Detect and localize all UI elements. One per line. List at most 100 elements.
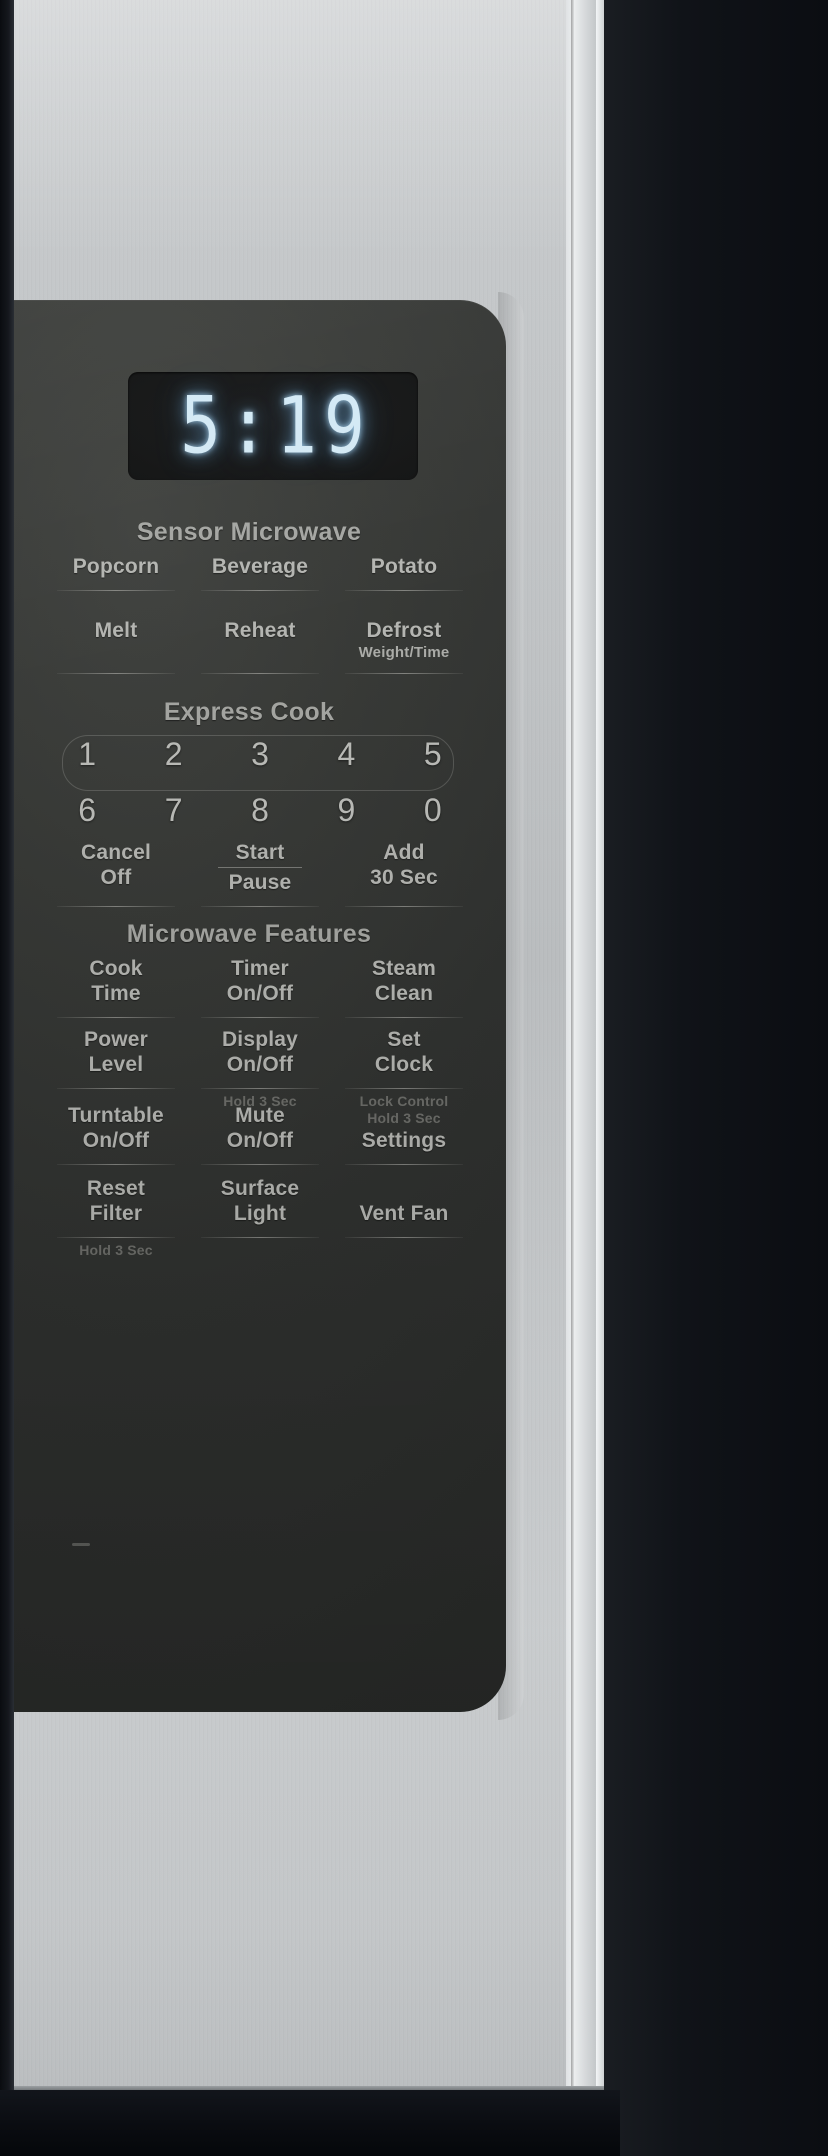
section-title-sensor-microwave: Sensor Microwave [136, 518, 362, 546]
button-underline [200, 906, 320, 907]
button-start-label: Start [235, 841, 285, 864]
button-display-label: Display [221, 1028, 299, 1051]
button-underline [56, 673, 176, 674]
button-timer-sublabel: On/Off [226, 982, 294, 1005]
button-underline [56, 590, 176, 591]
button-underline [344, 1237, 464, 1238]
button-add-30-sec[interactable]: Add 30 Sec [332, 840, 476, 907]
button-underline [344, 590, 464, 591]
button-vent-fan-label: Vent Fan [359, 1202, 449, 1225]
button-underline [56, 1237, 176, 1238]
button-underline [344, 673, 464, 674]
button-pause-label: Pause [228, 871, 292, 894]
control-panel: 5:19 Sensor Microwave Popcorn Beverage P… [14, 300, 506, 1712]
button-underline [200, 673, 320, 674]
key-9[interactable]: 9 [303, 790, 389, 830]
features-row-3: Turntable On/Off Mute On/Off Settings [44, 1103, 476, 1165]
button-set-label: Set [387, 1028, 421, 1051]
sensor-row-1: Popcorn Beverage Potato [44, 554, 476, 591]
reset-filter-indicator-mark [72, 1543, 90, 1546]
button-underline [344, 1164, 464, 1165]
button-off-label: Off [100, 866, 132, 889]
button-steam-label: Steam [371, 957, 437, 980]
button-clock-label: Clock [374, 1053, 434, 1076]
button-potato[interactable]: Potato [332, 554, 476, 591]
key-6[interactable]: 6 [44, 790, 130, 830]
button-add-label: Add [383, 841, 425, 864]
button-turntable-label: Turntable [68, 1104, 164, 1127]
key-2[interactable]: 2 [130, 734, 216, 774]
left-edge-gap [0, 0, 14, 2156]
button-underline [200, 590, 320, 591]
key-4[interactable]: 4 [303, 734, 389, 774]
button-defrost-sublabel: Weight/Time [358, 644, 450, 661]
right-trim-groove [571, 0, 574, 2110]
button-display-on-off[interactable]: Display On/Off Hold 3 Sec [188, 1027, 332, 1109]
button-popcorn[interactable]: Popcorn [44, 554, 188, 591]
button-underline [344, 906, 464, 907]
button-timer-label: Timer [231, 957, 289, 980]
button-filter-label: Filter [89, 1202, 143, 1225]
button-melt-label: Melt [94, 619, 138, 642]
button-30sec-label: 30 Sec [370, 866, 438, 889]
button-reheat[interactable]: Reheat [188, 618, 332, 674]
button-beverage-label: Beverage [211, 555, 309, 578]
button-cancel-off[interactable]: Cancel Off [44, 840, 188, 907]
button-mute-on-off[interactable]: Mute On/Off [188, 1103, 332, 1165]
button-potato-label: Potato [370, 555, 438, 578]
button-mute-label: Mute [235, 1104, 285, 1127]
button-defrost[interactable]: Defrost Weight/Time [332, 618, 476, 674]
button-display-sublabel: On/Off [226, 1053, 294, 1076]
button-reset-label: Reset [86, 1177, 146, 1200]
features-row-2: Power Level Display On/Off Hold 3 Sec Se… [44, 1027, 476, 1126]
background-shadow [604, 0, 828, 2156]
button-cook-time[interactable]: Cook Time [44, 956, 188, 1018]
button-cook-label: Cook [89, 957, 143, 980]
button-underline [200, 1088, 320, 1089]
button-underline [56, 1088, 176, 1089]
button-steam-clean[interactable]: Steam Clean [332, 956, 476, 1018]
button-underline [344, 1017, 464, 1018]
button-set-clock[interactable]: Set Clock Lock Control Hold 3 Sec [332, 1027, 476, 1126]
button-underline [200, 1164, 320, 1165]
button-surface-light[interactable]: Surface Light [188, 1176, 332, 1238]
button-clean-label: Clean [374, 982, 434, 1005]
clock-display-value: 5:19 [180, 380, 372, 472]
key-1[interactable]: 1 [44, 734, 130, 774]
button-power-level[interactable]: Power Level [44, 1027, 188, 1089]
button-turntable-sublabel: On/Off [82, 1129, 150, 1152]
key-5[interactable]: 5 [390, 734, 476, 774]
button-vent-fan[interactable]: Vent Fan [332, 1176, 476, 1238]
button-start-pause[interactable]: Start Pause [188, 840, 332, 907]
button-mute-sublabel: On/Off [226, 1129, 294, 1152]
express-action-row: Cancel Off Start Pause Add 30 Sec [44, 840, 476, 907]
button-power-label: Power [83, 1028, 149, 1051]
key-3[interactable]: 3 [217, 734, 303, 774]
key-0[interactable]: 0 [390, 790, 476, 830]
features-row-1: Cook Time Timer On/Off Steam Clean [44, 956, 476, 1018]
button-underline [56, 1017, 176, 1018]
hint-reset-filter-hold: Hold 3 Sec [79, 1242, 153, 1258]
key-7[interactable]: 7 [130, 790, 216, 830]
button-settings[interactable]: Settings [332, 1103, 476, 1165]
bottom-base-bar [0, 2090, 620, 2156]
right-outer-edge [596, 0, 604, 2110]
button-underline [56, 906, 176, 907]
button-settings-label: Settings [361, 1129, 447, 1152]
key-8[interactable]: 8 [217, 790, 303, 830]
button-underline [200, 1017, 320, 1018]
button-reset-filter[interactable]: Reset Filter Hold 3 Sec [44, 1176, 188, 1258]
button-popcorn-label: Popcorn [72, 555, 160, 578]
keypad-row-1: 1 2 3 4 5 [44, 734, 476, 791]
button-melt[interactable]: Melt [44, 618, 188, 674]
microwave-appliance: 5:19 Sensor Microwave Popcorn Beverage P… [0, 0, 828, 2156]
section-title-microwave-features: Microwave Features [126, 920, 372, 948]
start-pause-divider [217, 867, 303, 868]
button-beverage[interactable]: Beverage [188, 554, 332, 591]
button-reheat-label: Reheat [224, 619, 296, 642]
button-timer-on-off[interactable]: Timer On/Off [188, 956, 332, 1018]
button-turntable-on-off[interactable]: Turntable On/Off [44, 1103, 188, 1165]
button-underline [344, 1088, 464, 1089]
sensor-row-2: Melt Reheat Defrost Weight/Time [44, 618, 476, 674]
button-light-label: Light [233, 1202, 287, 1225]
